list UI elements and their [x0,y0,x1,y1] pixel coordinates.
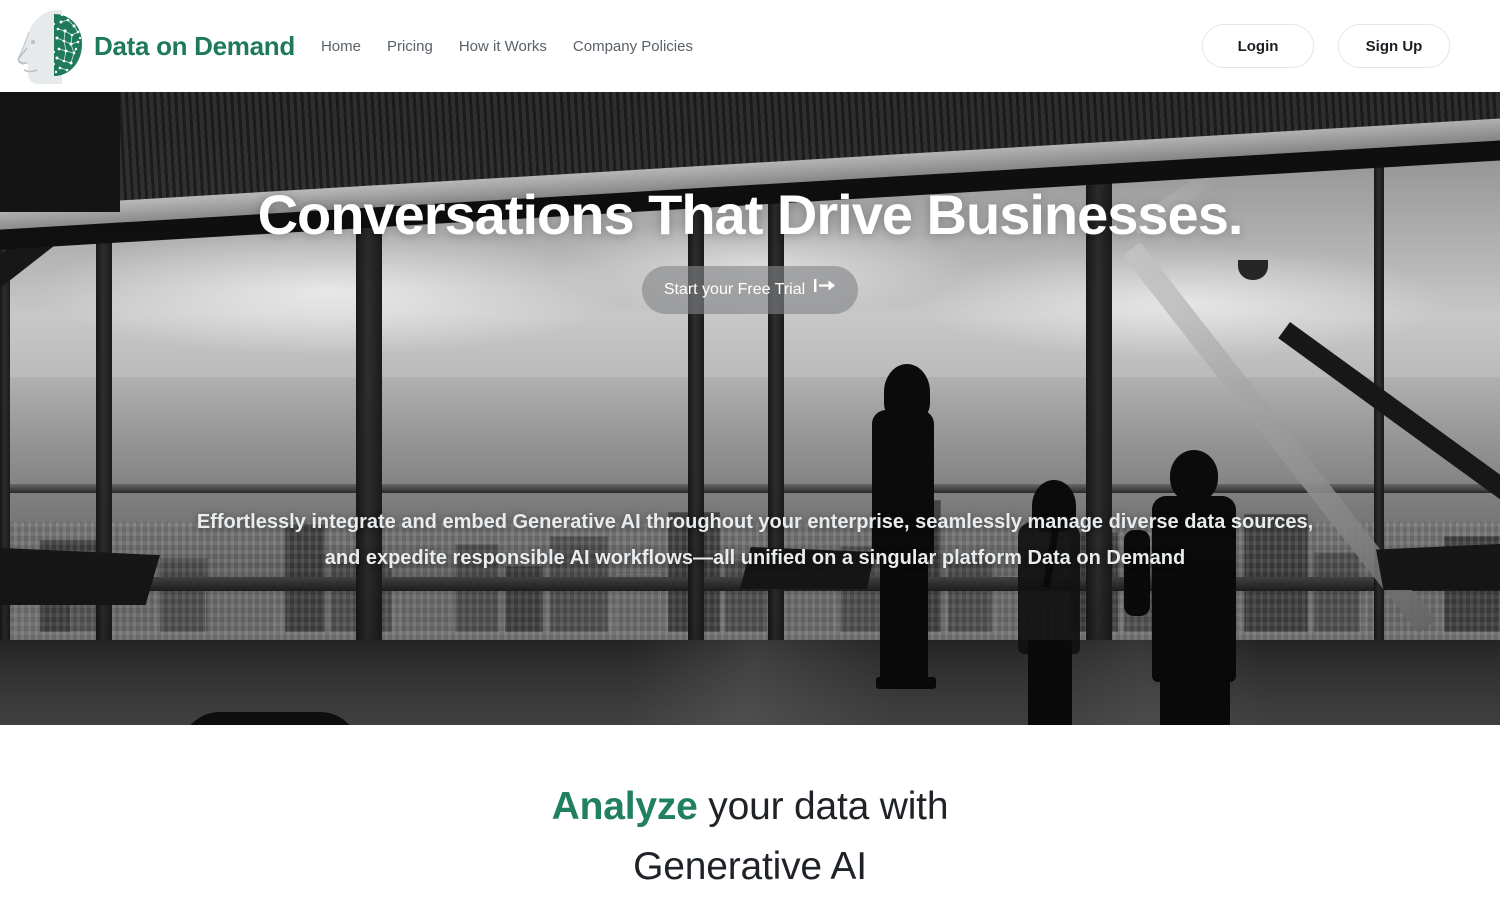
brand-name: Data on Demand [94,30,295,61]
nav-item-home[interactable]: Home [321,38,361,55]
analyze-heading: Analyze your data with Generative AI [0,777,1500,898]
login-button[interactable]: Login [1202,24,1314,68]
brand-logo[interactable]: Data on Demand [14,4,295,88]
nav-item-how-it-works[interactable]: How it Works [459,38,547,55]
hero-content: Conversations That Drive Businesses. Sta… [0,92,1500,725]
nav-item-company-policies[interactable]: Company Policies [573,38,693,55]
hero-headline: Conversations That Drive Businesses. [257,183,1244,246]
start-free-trial-label: Start your Free Trial [663,281,806,298]
header-actions: Login Sign Up [1202,24,1450,68]
bar-arrow-right-icon [814,278,836,297]
hero-subtitle: Effortlessly integrate and embed Generat… [196,511,1314,570]
analyze-line2: Generative AI [633,845,867,889]
analyze-section: Analyze your data with Generative AI [0,725,1500,900]
nav-item-pricing[interactable]: Pricing [387,38,433,55]
face-brain-logo-icon [14,4,90,88]
analyze-accent-word: Analyze [551,785,698,828]
site-header: Data on Demand Home Pricing How it Works… [0,0,1500,92]
analyze-rest-line1: your data with [697,785,949,828]
hero-cta-container: Start your Free Trial [0,266,1500,314]
signup-button[interactable]: Sign Up [1338,24,1450,68]
hero-section: Conversations That Drive Businesses. Sta… [0,92,1500,725]
start-free-trial-button[interactable]: Start your Free Trial [641,266,859,314]
main-nav: Home Pricing How it Works Company Polici… [321,38,693,55]
